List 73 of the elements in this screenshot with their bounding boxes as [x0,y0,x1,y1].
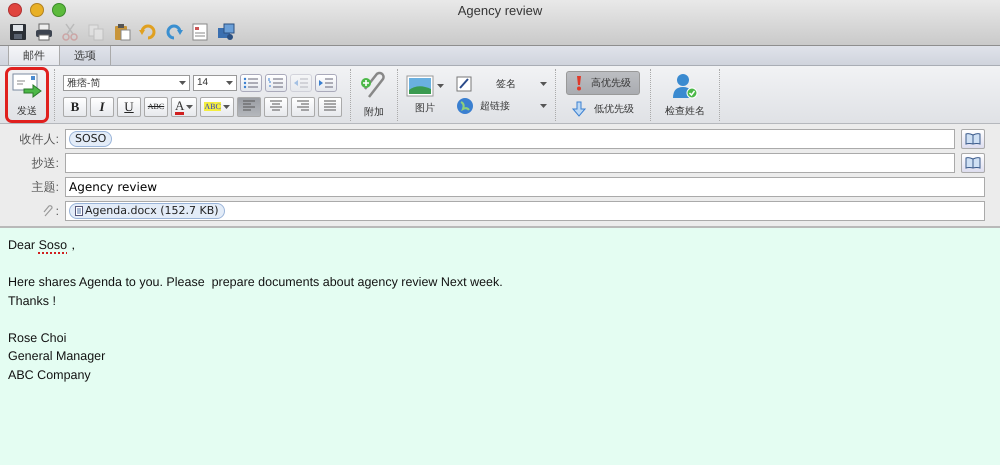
down-arrow-icon [572,100,586,116]
body-text-line: Thanks ! [8,292,56,310]
cc-field[interactable] [65,153,955,173]
send-button[interactable]: 发送 [8,70,46,120]
globe-icon [456,96,474,114]
caret-icon [540,82,547,86]
caret-icon [436,84,444,88]
cc-label: 抄送: [32,154,59,172]
align-center-icon [268,98,284,112]
bold-button[interactable]: B [63,96,87,116]
body-text-line: Dear Soso， [8,237,80,254]
media-icon[interactable] [216,22,236,42]
font-size-field[interactable]: 14 [193,74,237,90]
attachments-label: : [56,204,59,218]
body-text-line: General Manager [8,348,106,365]
document-icon [75,206,83,216]
caret-icon [186,104,194,108]
font-color-button[interactable]: A [171,96,198,116]
caret-icon [222,104,230,108]
caret-icon [226,80,233,84]
attach-button[interactable]: 附加 [350,69,398,121]
address-book-button[interactable] [961,129,985,149]
close-button[interactable] [8,3,22,17]
paperclip-icon [42,205,54,217]
align-justify-button[interactable] [318,96,342,116]
subject-field[interactable]: Agency review [65,177,985,197]
save-icon[interactable] [8,22,28,42]
minimize-button[interactable] [30,3,44,17]
zoom-button[interactable] [52,3,66,17]
to-field[interactable]: SOSO [65,129,955,149]
address-book-button[interactable] [961,153,985,173]
ribbon-tab[interactable]: 邮件 [8,46,60,65]
envelope-arrow-icon [12,72,42,98]
align-center-button[interactable] [264,96,288,116]
bullet-list-icon[interactable] [240,74,262,92]
high-priority-button[interactable]: 高优先级 [566,70,640,94]
font-field[interactable]: 雅痞-简 [63,74,190,90]
book-icon [965,133,981,145]
strike-button[interactable]: ABC [144,96,168,116]
subject-label: 主题: [32,178,59,196]
pen-icon [456,76,472,92]
person-check-icon [670,72,699,100]
signature-button[interactable]: 签名 [456,76,547,92]
attachment-chip[interactable]: Agenda.docx (152.7 KB) [69,203,225,219]
picture-icon [406,75,434,97]
check-names-button[interactable]: 检查姓名 [650,69,720,121]
highlight-button[interactable]: ABC [200,96,234,116]
underline-button[interactable]: U [117,96,141,116]
book-icon [965,157,981,169]
body-text-line: Here shares Agenda to you. Please prepare documents about agency review Next week. [8,274,503,291]
recipient-token[interactable]: SOSO [69,131,112,147]
align-left-icon [240,98,257,112]
align-justify-icon [322,98,338,112]
align-left-button[interactable] [236,96,261,116]
numbered-list-icon[interactable] [265,74,287,92]
align-right-button[interactable] [290,96,315,116]
form-icon[interactable] [190,22,210,42]
align-right-icon [294,98,311,112]
italic-button[interactable]: I [90,96,114,116]
body-text-line: ABC Company [8,366,91,384]
window-title: Agency review [458,3,542,18]
printer-icon[interactable] [34,22,54,42]
clipboard-icon[interactable] [112,22,132,42]
low-priority-button[interactable]: 低优先级 [564,98,642,120]
caret-icon [540,104,547,108]
exclamation-icon [574,74,583,90]
hyperlink-button[interactable]: 超链接 [456,96,547,114]
picture-button[interactable]: 图片 [406,75,444,115]
increase-indent-icon[interactable] [315,74,337,92]
to-label: 收件人: [20,130,59,148]
ribbon-tab[interactable]: 选项 [60,46,111,65]
body-text-line: Rose Choi [8,330,66,346]
caret-icon [179,80,186,84]
